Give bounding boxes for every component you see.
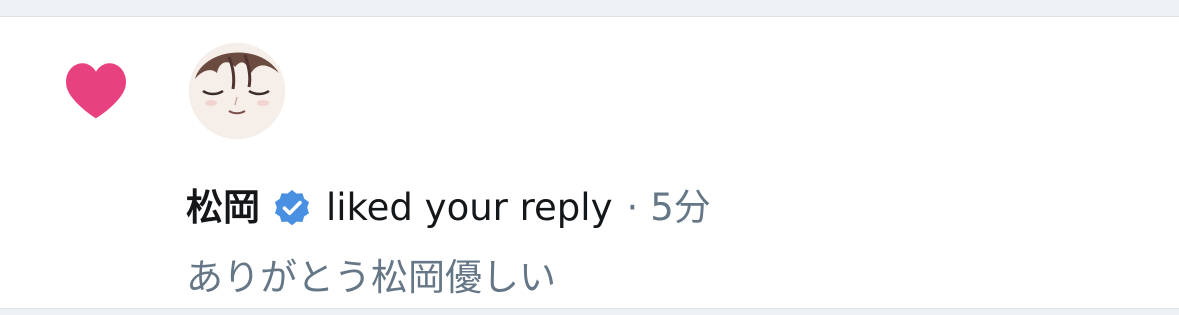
- username[interactable]: 松岡: [186, 183, 260, 233]
- notification-item[interactable]: 松岡 liked your reply · 5分 ありがとう松岡優しい: [0, 17, 1179, 308]
- avatar[interactable]: [189, 43, 285, 139]
- top-divider-strip: [0, 0, 1179, 17]
- verified-badge-icon: [275, 190, 309, 226]
- reply-preview-text: ありがとう松岡優しい: [186, 256, 556, 299]
- heart-icon: [66, 63, 126, 119]
- action-text: liked your reply: [326, 186, 613, 229]
- bottom-divider-strip: [0, 309, 1179, 315]
- separator-dot: ·: [626, 186, 639, 229]
- timestamp: 5分: [650, 186, 711, 229]
- notification-headline: 松岡 liked your reply · 5分: [186, 183, 711, 233]
